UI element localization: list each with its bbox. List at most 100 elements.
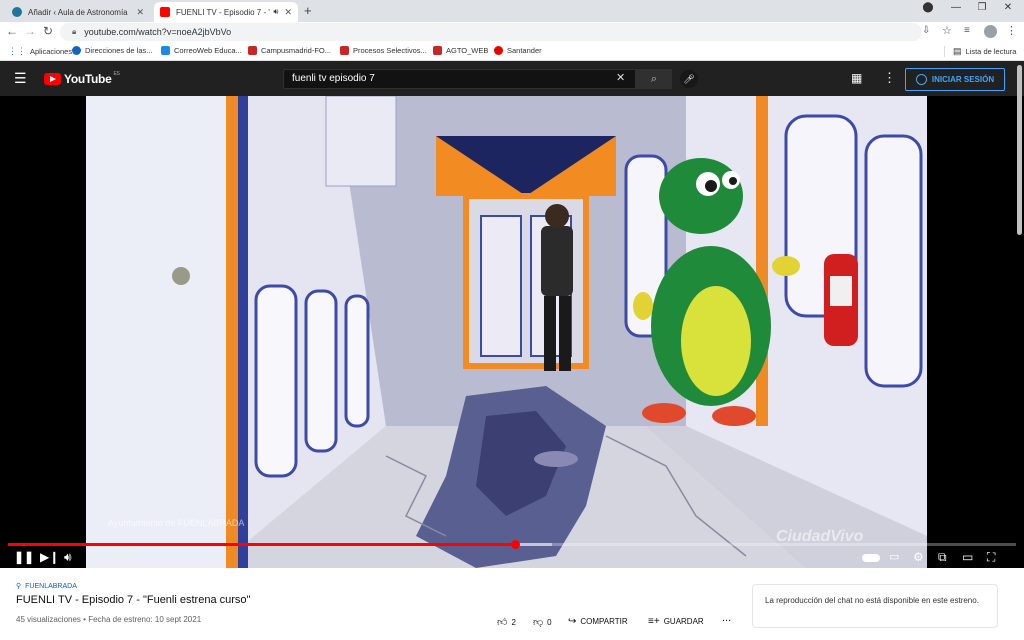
settings-button[interactable]: ⚙ bbox=[913, 550, 924, 564]
reload-icon[interactable]: ↻ bbox=[40, 24, 56, 38]
reading-list-label: Lista de lectura bbox=[965, 47, 1017, 56]
video-player[interactable]: Ayuntamiento de FUENLABRADA CiudadVivo ❚… bbox=[0, 96, 1024, 568]
close-tab-icon[interactable]: ✕ bbox=[136, 7, 144, 18]
globe-icon bbox=[72, 46, 81, 55]
url-text: youtube.com/watch?v=noeA2jbVbVo bbox=[84, 27, 232, 37]
miniplayer-button[interactable]: ⧉ bbox=[938, 550, 947, 565]
miniplayer-icon: ⧉ bbox=[938, 550, 947, 564]
reading-list-icon: ▤ bbox=[953, 46, 962, 56]
tab-label: FUENLI TV - Episodio 7 - "Fu bbox=[176, 7, 271, 17]
current-time: 14:04 bbox=[87, 552, 108, 561]
bookmark-label: Direcciones de las... bbox=[85, 46, 153, 55]
scrubber-handle[interactable] bbox=[511, 540, 521, 549]
profile-avatar-icon[interactable] bbox=[984, 25, 997, 38]
audio-playing-icon[interactable]: 🔊︎ bbox=[273, 7, 278, 17]
playlist-add-icon: ≡+ bbox=[648, 616, 660, 627]
like-count: 2 bbox=[511, 617, 516, 627]
fullscreen-button[interactable]: ⛶ bbox=[987, 550, 995, 565]
location-pin-icon: ⚲ bbox=[16, 583, 22, 590]
search-icon: ⌕ bbox=[650, 73, 658, 85]
next-icon: ▶❙ bbox=[40, 550, 60, 564]
share-label: COMPARTIR bbox=[580, 617, 628, 626]
page-scrollbar-thumb[interactable] bbox=[1017, 65, 1022, 235]
apps-grid-icon[interactable]: ▦ bbox=[851, 71, 862, 85]
hamburger-menu-icon[interactable]: ☰ bbox=[14, 70, 27, 87]
browser-toolbar: ← → ↻ 🔒︎ youtube.com/watch?v=noeA2jbVbVo… bbox=[0, 22, 1024, 42]
watermark-org: Ayuntamiento de FUENLABRADA bbox=[108, 518, 244, 528]
subtitles-button[interactable]: ▭ bbox=[889, 550, 899, 563]
youtube-logo[interactable]: YouTube ES bbox=[44, 71, 120, 86]
search-input[interactable]: fuenli tv episodio 7 bbox=[283, 69, 636, 89]
pause-button[interactable]: ❚❚ bbox=[14, 550, 34, 564]
signin-button[interactable]: INICIAR SESIÓN bbox=[905, 68, 1005, 91]
bookmark-campusmadrid[interactable]: Campusmadrid-FO... bbox=[248, 46, 331, 55]
youtube-header: ☰ YouTube ES fuenli tv episodio 7 ✕ ⌕ 🎤︎… bbox=[0, 61, 1024, 96]
bookmark-label: AGTO_WEB bbox=[446, 46, 489, 55]
bookmark-correoweb[interactable]: CorreoWeb Educa... bbox=[161, 46, 242, 55]
media-control-icon[interactable]: ≡ bbox=[964, 25, 970, 36]
lock-icon[interactable]: 🔒︎ bbox=[72, 27, 76, 37]
theater-mode-button[interactable]: ▭ bbox=[962, 550, 973, 564]
next-button[interactable]: ▶❙ bbox=[40, 550, 59, 564]
youtube-play-logo-icon bbox=[44, 73, 61, 85]
close-window-icon[interactable]: ✕ bbox=[996, 2, 1020, 13]
bookmark-direcciones[interactable]: Direcciones de las... bbox=[72, 46, 153, 55]
new-tab-button[interactable]: + bbox=[304, 3, 312, 18]
thumbs-down-icon: 👎︎ bbox=[533, 617, 544, 628]
video-meta: 45 visualizaciones • Fecha de estreno: 1… bbox=[16, 615, 201, 624]
bookmark-agto-web[interactable]: AGTO_WEB bbox=[433, 46, 488, 55]
progress-bar[interactable] bbox=[8, 540, 1016, 549]
bookmarks-bar: ⋮⋮ Aplicaciones Direcciones de las... Co… bbox=[0, 42, 1024, 61]
theater-mode-icon: ▭ bbox=[962, 550, 974, 564]
premiere-date: Fecha de estreno: 10 sept 2021 bbox=[88, 615, 202, 624]
close-tab-icon[interactable]: ✕ bbox=[284, 7, 292, 18]
time-separator: / bbox=[107, 552, 114, 561]
back-icon[interactable]: ← bbox=[4, 24, 20, 38]
bookmark-label: Santander bbox=[507, 46, 542, 55]
browser-tab-strip: Añadir ‹ Aula de Astronomía — ✕ FUENLI T… bbox=[0, 0, 1024, 22]
more-actions-button[interactable]: ... bbox=[722, 612, 731, 624]
bookmark-label: Aplicaciones bbox=[30, 47, 73, 56]
settings-kebab-icon[interactable]: ⋮ bbox=[883, 70, 896, 86]
profile-menu-icon[interactable]: ⬤ bbox=[916, 2, 940, 13]
tab-aula-astronomia[interactable]: Añadir ‹ Aula de Astronomía — ✕ bbox=[6, 2, 150, 22]
bookmark-santander[interactable]: Santander bbox=[494, 46, 542, 55]
channel-link[interactable]: ⚲ FUENLABRADA bbox=[16, 582, 77, 591]
bookmark-star-icon[interactable]: ☆ bbox=[942, 24, 952, 37]
fullscreen-icon: ⛶ bbox=[987, 550, 996, 564]
share-button[interactable]: ↪ COMPARTIR bbox=[568, 616, 628, 627]
duration: 27:56 bbox=[113, 552, 134, 561]
bookmark-label: CorreoWeb Educa... bbox=[174, 46, 242, 55]
restore-icon[interactable]: ❐ bbox=[970, 2, 994, 13]
gear-icon: ⚙ bbox=[913, 550, 924, 564]
video-frame: Ayuntamiento de FUENLABRADA CiudadVivo bbox=[86, 96, 927, 568]
bookmark-label: Campusmadrid-FO... bbox=[261, 46, 332, 55]
subtitles-icon: ▭ bbox=[889, 551, 900, 563]
search-button[interactable]: ⌕ bbox=[636, 69, 672, 89]
logo-text: YouTube bbox=[64, 72, 112, 86]
like-button[interactable]: 👍︎ 2 bbox=[497, 616, 516, 628]
share-arrow-icon: ↪ bbox=[568, 616, 577, 627]
volume-button[interactable]: 🔊︎ bbox=[64, 550, 72, 565]
voice-search-icon[interactable]: 🎤︎ bbox=[680, 70, 698, 88]
kebab-menu-icon[interactable]: ⋮ bbox=[1006, 24, 1017, 37]
comunidad-madrid-icon bbox=[433, 46, 442, 55]
logo-region: ES bbox=[113, 71, 120, 77]
autoplay-toggle[interactable] bbox=[862, 554, 880, 562]
reading-list[interactable]: ▤ Lista de lectura bbox=[944, 46, 1016, 57]
comunidad-madrid-icon bbox=[340, 46, 349, 55]
install-app-icon[interactable]: ⇩ bbox=[922, 25, 930, 36]
minimize-icon[interactable]: — bbox=[944, 2, 968, 13]
clear-search-icon[interactable]: ✕ bbox=[616, 71, 625, 84]
bookmark-aplicaciones[interactable]: ⋮⋮ Aplicaciones bbox=[8, 46, 72, 57]
save-button[interactable]: ≡+ GUARDAR bbox=[648, 616, 704, 627]
forward-icon[interactable]: → bbox=[22, 24, 38, 38]
video-title: FUENLI TV - Episodio 7 - "Fuenli estrena… bbox=[16, 594, 251, 606]
address-bar[interactable]: 🔒︎ youtube.com/watch?v=noeA2jbVbVo bbox=[60, 23, 922, 41]
thumbs-up-icon: 👍︎ bbox=[497, 617, 508, 628]
apps-grid-icon: ⋮⋮ bbox=[8, 46, 26, 56]
dislike-button[interactable]: 👎︎ 0 bbox=[533, 616, 552, 628]
comunidad-madrid-icon bbox=[248, 46, 257, 55]
tab-fuenli-tv[interactable]: FUENLI TV - Episodio 7 - "Fu 🔊︎ ✕ bbox=[154, 2, 298, 22]
bookmark-procesos[interactable]: Procesos Selectivos... bbox=[340, 46, 427, 55]
